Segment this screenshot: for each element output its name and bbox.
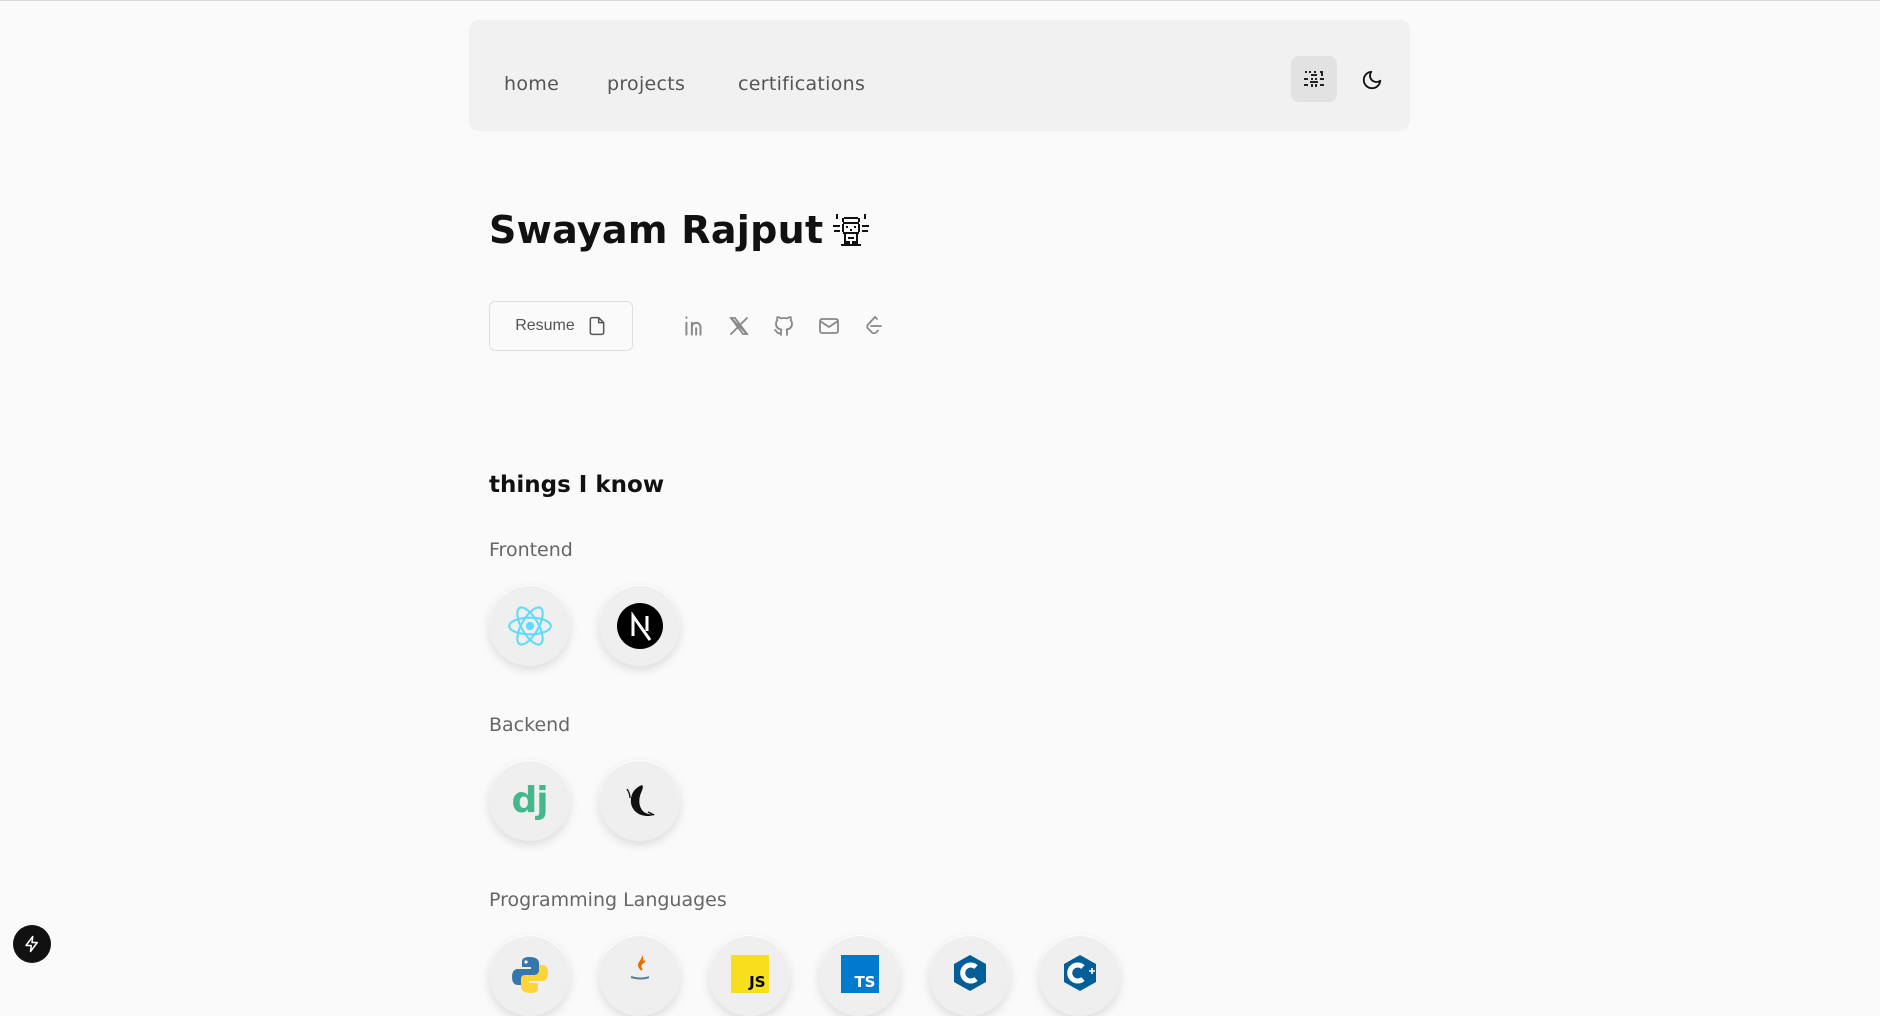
pixel-cat-icon (833, 214, 870, 246)
linkedin-icon (685, 316, 702, 336)
linkedin-link[interactable] (679, 311, 709, 341)
django-icon: dj (511, 780, 548, 821)
github-link[interactable] (769, 311, 799, 341)
resume-label: Resume (515, 317, 575, 334)
tech-django[interactable]: dj (489, 760, 570, 841)
backend-icons: dj (489, 760, 680, 841)
nav-link-certifications[interactable]: certifications (738, 73, 865, 95)
x-icon (729, 317, 749, 335)
javascript-icon: JS (730, 955, 769, 993)
group-label-backend: Backend (489, 714, 571, 736)
nav-link-home[interactable]: home (504, 73, 559, 95)
skills-title: things I know (489, 472, 665, 498)
java-icon (630, 953, 649, 980)
flask-icon (625, 784, 655, 816)
social-links (679, 311, 904, 341)
top-border (0, 0, 1880, 1)
tech-nextjs[interactable] (599, 585, 680, 666)
cat-toggle-button[interactable] (1291, 56, 1337, 102)
github-icon (774, 316, 793, 336)
tech-react[interactable] (489, 585, 570, 666)
frontend-icons (489, 585, 680, 666)
tech-flask[interactable] (599, 760, 680, 841)
profile-name: Swayam Rajput (489, 208, 871, 252)
nextjs-icon (616, 602, 663, 649)
navbar: home projects certifications (469, 20, 1410, 131)
email-link[interactable] (814, 311, 844, 341)
c-icon (953, 955, 986, 991)
document-icon (589, 316, 605, 336)
leetcode-link[interactable] (859, 311, 889, 341)
cat-icon (1304, 71, 1324, 87)
leetcode-icon (866, 316, 882, 335)
x-link[interactable] (724, 311, 754, 341)
group-label-programming-languages: Programming Languages (489, 889, 727, 911)
mail-icon (819, 318, 839, 334)
typescript-icon: TS (840, 955, 879, 993)
dev-tools-button[interactable] (13, 925, 51, 963)
moon-icon (1362, 70, 1382, 90)
profile-name-text: Swayam Rajput (489, 208, 824, 252)
group-label-frontend: Frontend (489, 539, 573, 561)
nav-link-projects[interactable]: projects (607, 73, 685, 95)
cpp-icon (1063, 955, 1096, 991)
theme-toggle-button[interactable] (1358, 66, 1386, 94)
react-icon (507, 605, 552, 646)
lightning-icon (25, 935, 38, 953)
python-icon (511, 957, 548, 993)
resume-button[interactable]: Resume (489, 301, 633, 351)
